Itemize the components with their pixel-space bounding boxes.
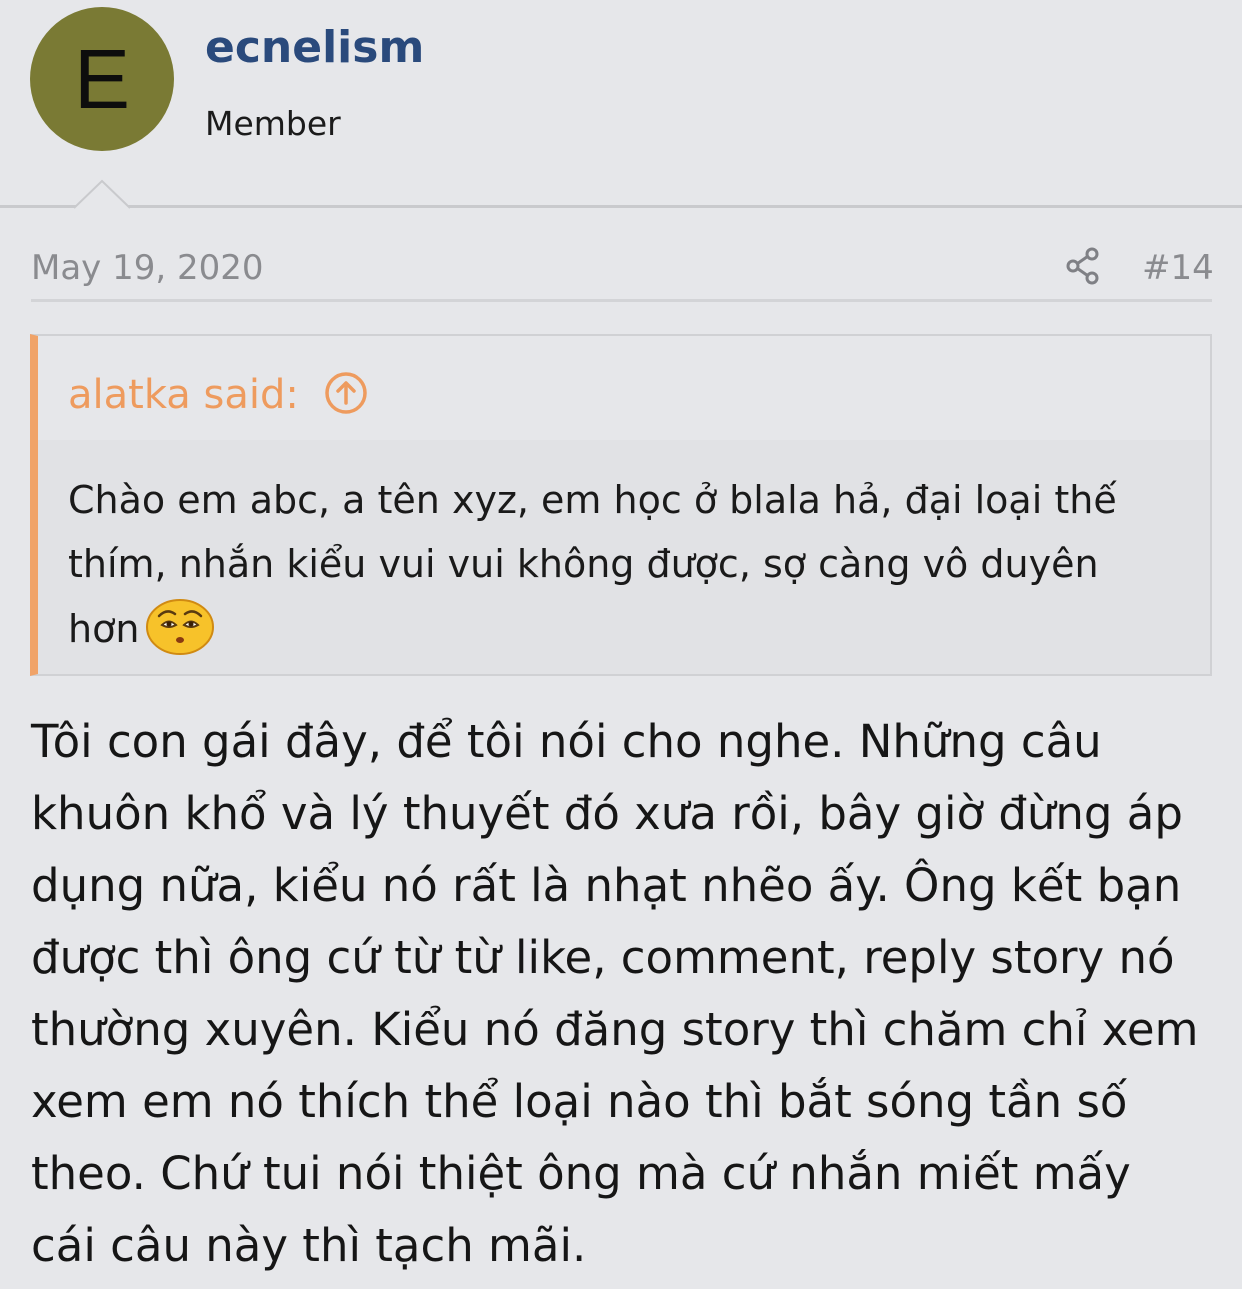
arrow-up-circle-icon[interactable]: [324, 371, 368, 415]
forum-post-page: E ecnelism Member May 19, 2020 #14 alatk…: [0, 0, 1242, 1289]
post-text-line: xem em nó thích thể loại nào thì bắt són…: [31, 1075, 1128, 1128]
post-text-line: cái câu này thì tạch mãi.: [31, 1219, 587, 1272]
header-divider: [0, 205, 1242, 208]
post-user-header: E ecnelism Member: [0, 0, 1242, 206]
post-text-line: thường xuyên. Kiểu nó đăng story thì chă…: [31, 1003, 1199, 1056]
quote-text: Chào em abc, a tên xyz, em học ở blala h…: [68, 468, 1188, 661]
quote-author-link[interactable]: alatka said:: [68, 370, 299, 420]
quote-block: alatka said: Chào em abc, a tên xyz, em …: [30, 334, 1212, 676]
share-icon[interactable]: [1064, 246, 1102, 286]
quote-body: Chào em abc, a tên xyz, em học ở blala h…: [38, 440, 1210, 674]
quote-text-content: Chào em abc, a tên xyz, em học ở blala h…: [68, 478, 1117, 651]
user-arrow-notch: [74, 179, 130, 209]
post-number-link[interactable]: #14: [1142, 246, 1214, 290]
post-text-line: theo. Chứ tui nói thiệt ông mà cứ nhắn m…: [31, 1147, 1131, 1200]
post-text-line: dụng nữa, kiểu nó rất là nhạt nhẽo ấy. Ô…: [31, 859, 1182, 912]
post-text-line: Tôi con gái đây, để tôi nói cho nghe. Nh…: [31, 715, 1102, 768]
post-message-body: Tôi con gái đây, để tôi nói cho nghe. Nh…: [31, 706, 1221, 1282]
quote-header: alatka said:: [38, 336, 1210, 440]
username-link[interactable]: ecnelism: [205, 20, 424, 76]
post-date[interactable]: May 19, 2020: [31, 246, 264, 290]
avatar[interactable]: E: [30, 7, 174, 151]
meta-divider: [31, 299, 1212, 302]
post-text-line: khuôn khổ và lý thuyết đó xưa rồi, bây g…: [31, 787, 1183, 840]
user-title: Member: [205, 104, 341, 143]
worried-face-emoji: [146, 599, 215, 655]
post-text-line: được thì ông cứ từ từ like, comment, rep…: [31, 931, 1175, 984]
